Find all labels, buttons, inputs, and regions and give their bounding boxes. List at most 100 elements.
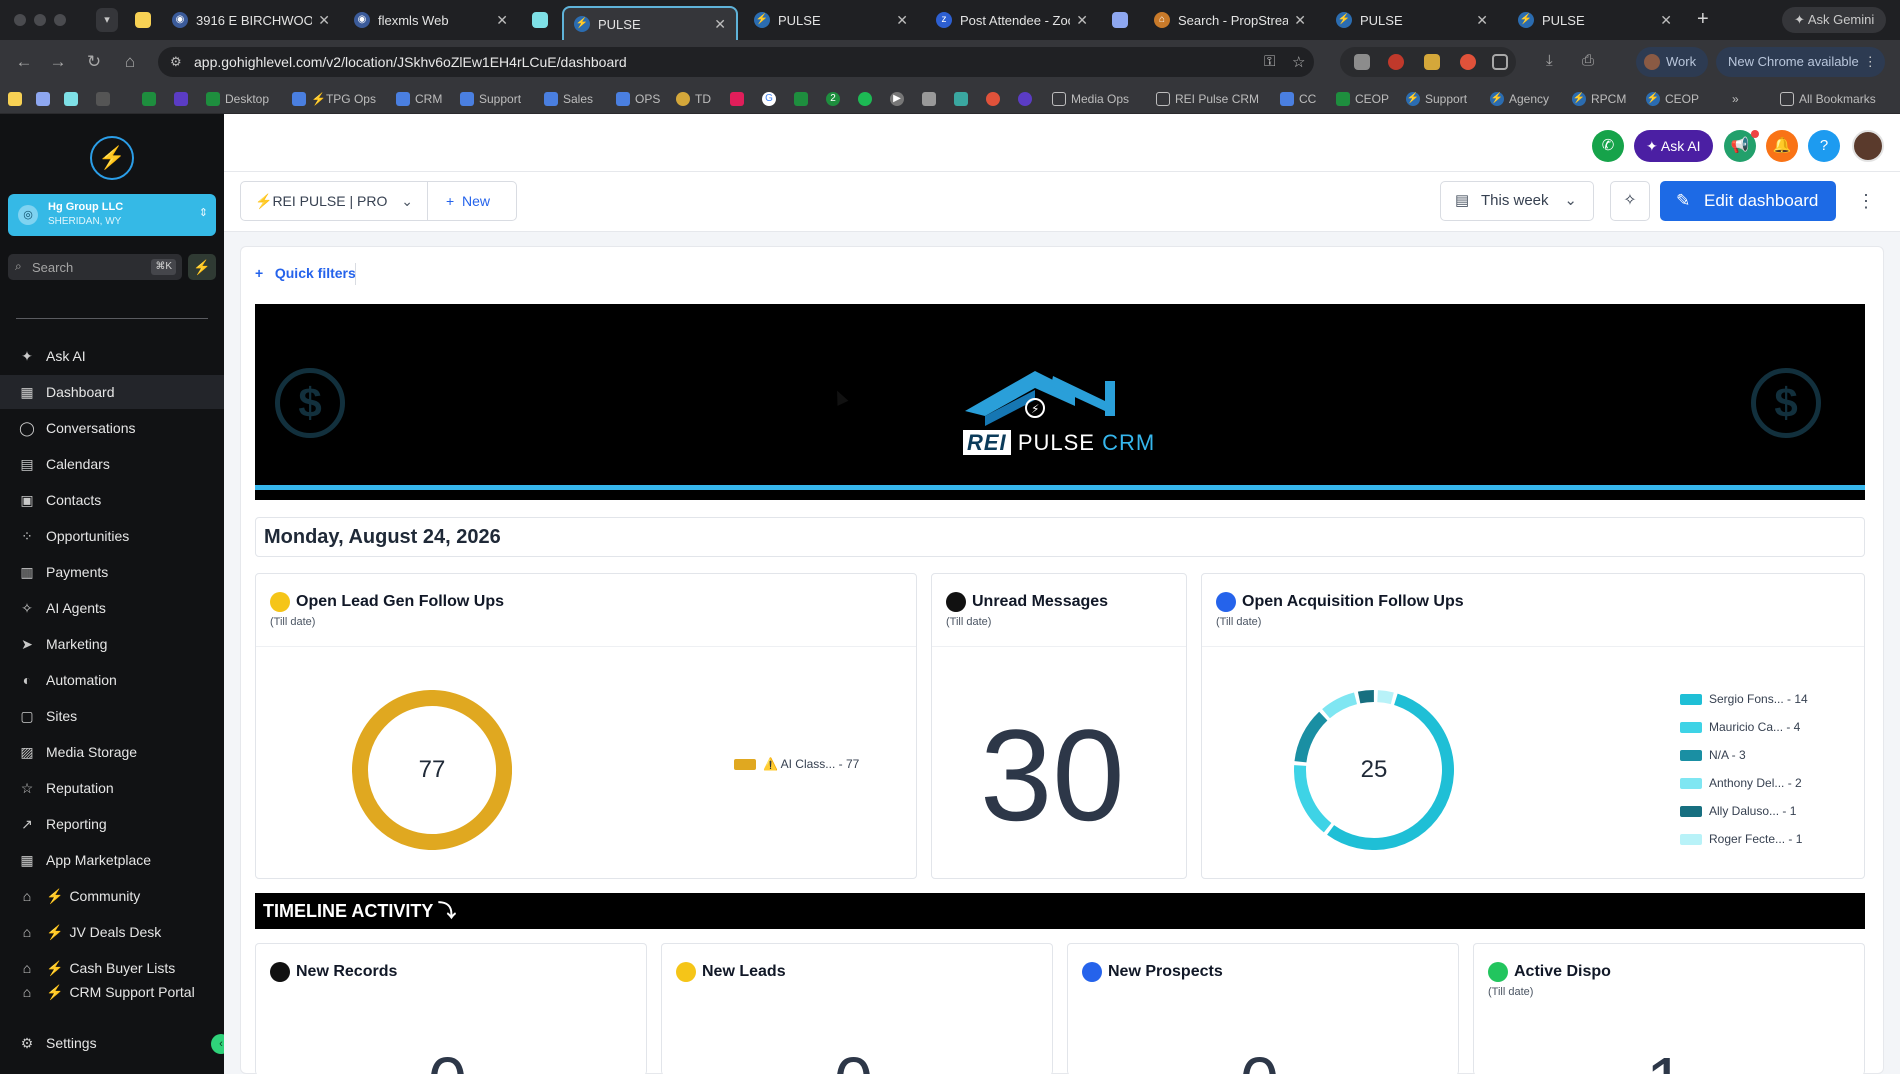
legend-item[interactable]: ⚠️ AI Class... - 77 (734, 757, 859, 771)
bookmark-ceop-2[interactable]: ⚡ CEOP (1646, 90, 1699, 108)
close-tab-icon[interactable]: ✕ (1294, 12, 1306, 29)
bookmark-desktop[interactable]: Desktop (206, 90, 269, 108)
timeline-card[interactable]: Active Dispo (Till date) 1 (1473, 943, 1865, 1074)
timeline-card[interactable]: New Prospects 0 (1067, 943, 1459, 1074)
close-tab-icon[interactable]: ✕ (714, 16, 726, 33)
bookmark-td[interactable]: TD (676, 90, 711, 108)
dashboard-selector[interactable]: ⚡REI PULSE | PRO ⌄ (240, 181, 428, 221)
quick-action-bolt-icon[interactable]: ⚡ (188, 254, 216, 280)
bookmark-media-ops[interactable]: Media Ops (1052, 90, 1129, 108)
profile-button[interactable]: Work (1636, 47, 1709, 77)
extension-icon[interactable] (1424, 54, 1440, 70)
download-icon[interactable]: ⤓ (1546, 52, 1553, 69)
star-icon[interactable]: ☆ (1292, 53, 1305, 71)
all-bookmarks[interactable]: All Bookmarks (1780, 90, 1876, 108)
magic-wand-icon[interactable]: ✧ (1610, 181, 1650, 221)
forward-icon[interactable]: → (46, 50, 70, 74)
widget-unread-messages[interactable]: Unread Messages (Till date) 30 (931, 573, 1187, 879)
window-close-button[interactable] (14, 14, 26, 26)
quick-filters-button[interactable]: + Quick filters (255, 265, 356, 281)
donut-segment[interactable] (1377, 690, 1394, 705)
bookmark-app[interactable] (954, 90, 973, 108)
sidebar-item-opportunities[interactable]: ⁘ Opportunities (0, 519, 224, 553)
donut-segment[interactable] (1294, 711, 1328, 763)
bookmark-app[interactable] (8, 90, 27, 108)
donut-segment[interactable] (1322, 692, 1358, 719)
sidebar-item-crm-support-portal[interactable]: ⌂ ⚡ CRM Support Portal (0, 984, 224, 1006)
tab-7[interactable]: ⚡ PULSE ✕ (1508, 6, 1682, 34)
sidebar-item-sites[interactable]: ▢ Sites (0, 699, 224, 733)
sidebar-item-ask-ai[interactable]: ✦ Ask AI (0, 339, 224, 373)
sidebar-item-media-storage[interactable]: ▨ Media Storage (0, 735, 224, 769)
sidebar-item-app-marketplace[interactable]: ▦ App Marketplace (0, 843, 224, 877)
sidebar-item-reporting[interactable]: ↗ Reporting (0, 807, 224, 841)
sidebar-item-contacts[interactable]: ▣ Contacts (0, 483, 224, 517)
legend-item[interactable]: Ally Daluso... - 1 (1680, 804, 1796, 818)
window-zoom-button[interactable] (54, 14, 66, 26)
home-icon[interactable]: ⌂ (118, 50, 142, 74)
close-tab-icon[interactable]: ✕ (318, 12, 330, 29)
bell-icon[interactable]: 🔔 (1766, 130, 1798, 162)
timeline-card[interactable]: New Records 0 (255, 943, 647, 1074)
tab-4[interactable]: z Post Attendee - Zoo ✕ (926, 6, 1098, 34)
tab-3[interactable]: ⚡ PULSE ✕ (744, 6, 918, 34)
sidebar-item-jv-deals-desk[interactable]: ⌂ ⚡ JV Deals Desk (0, 915, 224, 949)
bookmark-app[interactable] (858, 90, 877, 108)
printer-icon[interactable]: ⎙ (1582, 52, 1594, 69)
bookmark-app[interactable] (142, 90, 161, 108)
bookmark-rei-pulse-crm[interactable]: REI Pulse CRM (1156, 90, 1259, 108)
bookmark-ops[interactable]: OPS (616, 90, 660, 108)
bookmark-cc[interactable]: CC (1280, 90, 1316, 108)
donut-segment[interactable] (1357, 690, 1375, 704)
bookmark-crm[interactable]: CRM (396, 90, 442, 108)
bookmark-app[interactable] (986, 90, 1005, 108)
legend-item[interactable]: N/A - 3 (1680, 748, 1746, 762)
edit-dashboard-button[interactable]: ✎ Edit dashboard (1660, 181, 1836, 221)
tab-2[interactable]: ⚡ PULSE ✕ (562, 6, 738, 40)
widget-lead-gen[interactable]: Open Lead Gen Follow Ups (Till date) 77 … (255, 573, 917, 879)
tab-6[interactable]: ⚡ PULSE ✕ (1326, 6, 1498, 34)
tab-0[interactable]: ◉ 3916 E BIRCHWOOD ✕ (162, 6, 340, 34)
legend-item[interactable]: Roger Fecte... - 1 (1680, 832, 1802, 846)
close-tab-icon[interactable]: ✕ (1476, 12, 1488, 29)
sidebar-item-cash-buyer-lists[interactable]: ⌂ ⚡ Cash Buyer Lists (0, 951, 224, 985)
help-icon[interactable]: ? (1808, 130, 1840, 162)
bookmark-app[interactable]: 2 (826, 90, 845, 108)
url-text[interactable]: app.gohighlevel.com/v2/location/JSkhv6oZ… (194, 54, 627, 70)
new-dashboard-button[interactable]: + New (427, 181, 517, 221)
legend-item[interactable]: Anthony Del... - 2 (1680, 776, 1802, 790)
bookmark-ceop[interactable]: CEOP (1336, 90, 1389, 108)
sidebar-item-conversations[interactable]: ◯ Conversations (0, 411, 224, 445)
app-logo-icon[interactable]: ⚡ (90, 136, 134, 180)
ask-ai-button[interactable]: ✦ Ask AI (1634, 130, 1713, 162)
close-tab-icon[interactable]: ✕ (496, 12, 508, 29)
date-range-selector[interactable]: ▤ This week ⌄ (1440, 181, 1594, 221)
bookmark-app[interactable] (36, 90, 55, 108)
sidebar-item-community[interactable]: ⌂ ⚡ Community (0, 879, 224, 913)
bookmark-app[interactable] (1018, 90, 1037, 108)
more-vertical-icon[interactable]: ⋮ (1856, 181, 1876, 221)
site-info-icon[interactable]: ⚙ (170, 54, 182, 70)
bookmarks-overflow-icon[interactable]: » (1732, 90, 1739, 108)
burst-extension-icon[interactable] (1460, 54, 1476, 70)
window-minimize-button[interactable] (34, 14, 46, 26)
location-switcher[interactable]: ◎ Hg Group LLC SHERIDAN, WY ⇕ (8, 194, 216, 236)
new-tab-button[interactable]: + (1697, 8, 1709, 31)
bookmark-app[interactable]: G (762, 90, 781, 108)
address-bar[interactable]: ⚙ app.gohighlevel.com/v2/location/JSkhv6… (158, 47, 1314, 77)
bookmark-app[interactable] (922, 90, 941, 108)
bookmark-support-2[interactable]: ⚡ Support (1406, 90, 1467, 108)
sidebar-item-automation[interactable]: ◐ Automation (0, 663, 224, 697)
pokeball-extension-icon[interactable] (1388, 54, 1404, 70)
close-tab-icon[interactable]: ✕ (896, 12, 908, 29)
camera-extension-icon[interactable] (1354, 54, 1370, 70)
chrome-update-button[interactable]: New Chrome available ⋮ (1716, 47, 1885, 77)
sidebar-item-marketing[interactable]: ➤ Marketing (0, 627, 224, 661)
bookmark-app[interactable] (174, 90, 193, 108)
sidebar-search[interactable]: ⌕ Search ⌘K (8, 254, 182, 280)
legend-item[interactable]: Mauricio Ca... - 4 (1680, 720, 1800, 734)
sidebar-item-settings[interactable]: ⚙ Settings (0, 1026, 224, 1060)
pinned-tab[interactable] (1108, 6, 1136, 34)
more-vertical-icon[interactable]: ⋮ (1864, 47, 1877, 77)
bookmark-app[interactable] (730, 90, 749, 108)
